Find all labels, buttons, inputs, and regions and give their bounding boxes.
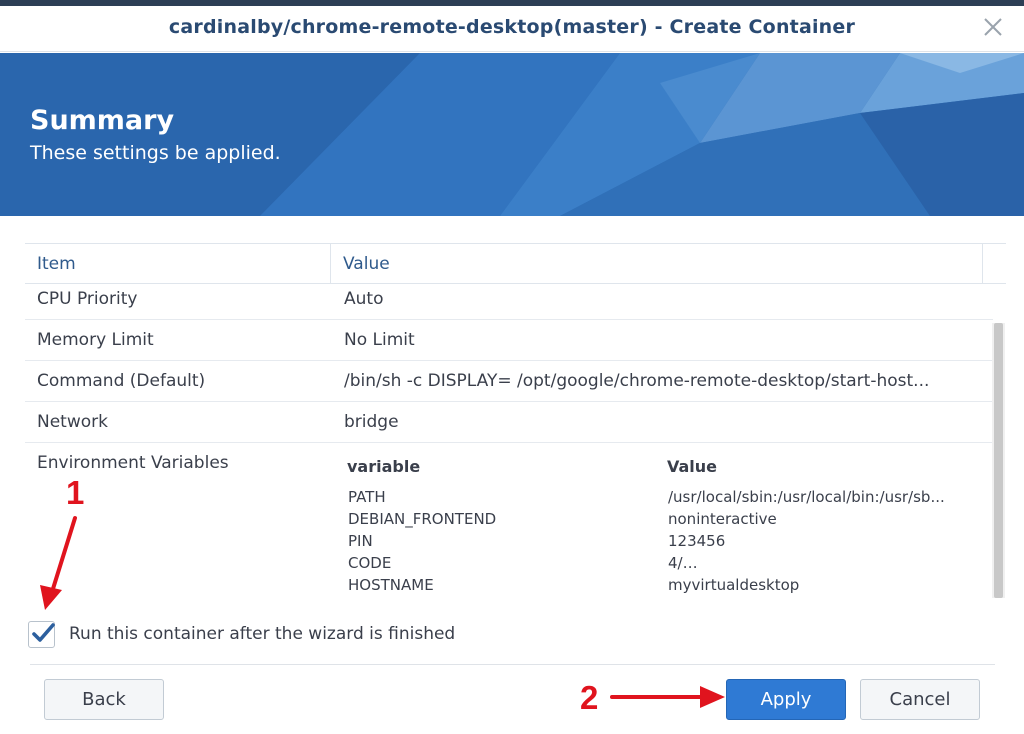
apply-button[interactable]: Apply	[726, 679, 846, 720]
table-row: Network bridge	[25, 402, 993, 443]
row-value: /bin/sh -c DISPLAY= /opt/google/chrome-r…	[344, 371, 930, 391]
env-var-name: HOSTNAME	[348, 576, 434, 594]
row-item: Memory Limit	[37, 330, 154, 350]
window-title: cardinalby/chrome-remote-desktop(master)…	[168, 16, 856, 38]
env-header-variable: variable	[347, 457, 421, 476]
env-var-value: 4/xxxxxxxxxxxxxxxxxxxxxxxxxxxxxxxxxx	[668, 554, 984, 572]
banner-title: Summary	[30, 105, 175, 136]
env-var-name: DEBIAN_FRONTEND	[348, 510, 497, 528]
row-value: No Limit	[344, 330, 415, 350]
table-header: Item Value	[25, 244, 1006, 284]
summary-table: Item Value CPU Priority Auto Memory Limi…	[25, 243, 1006, 598]
column-header-value[interactable]: Value	[343, 244, 390, 284]
env-var-value: myvirtualdesktop	[668, 576, 800, 594]
table-scrollbar[interactable]	[992, 323, 1005, 598]
env-var-value: noninteractive	[668, 510, 777, 528]
env-var-name: PIN	[348, 532, 373, 550]
row-value: bridge	[344, 412, 399, 432]
close-button[interactable]	[980, 14, 1006, 40]
annotation-marker-1: 1	[66, 474, 85, 511]
row-value: Auto	[344, 289, 384, 309]
column-divider	[982, 244, 983, 284]
window-titlebar: cardinalby/chrome-remote-desktop(master)…	[0, 6, 1024, 52]
column-divider	[330, 244, 331, 284]
table-row-environment: Environment Variables variable Value PAT…	[25, 443, 993, 598]
annotation-marker-2: 2	[580, 679, 599, 716]
checkmark-icon	[32, 623, 55, 642]
summary-banner: Summary These settings be applied.	[0, 53, 1024, 216]
env-var-name: CODE	[348, 554, 392, 572]
table-row: Command (Default) /bin/sh -c DISPLAY= /o…	[25, 361, 993, 402]
row-item: Environment Variables	[37, 453, 229, 473]
cancel-button[interactable]: Cancel	[860, 679, 980, 720]
footer-divider	[30, 664, 995, 665]
scrollbar-thumb[interactable]	[994, 323, 1003, 598]
banner-subtitle: These settings be applied.	[30, 142, 281, 164]
row-item: Network	[37, 412, 108, 432]
env-header-value: Value	[667, 457, 718, 476]
run-after-wizard-label[interactable]: Run this container after the wizard is f…	[69, 624, 455, 644]
column-header-item[interactable]: Item	[37, 244, 76, 284]
table-row: Memory Limit No Limit	[25, 320, 993, 361]
row-item: Command (Default)	[37, 371, 206, 391]
env-code-blurred: xxxxxxxxxxxxxxxxxxxxxxxxxxxxxxxxxx	[682, 554, 984, 572]
table-row: CPU Priority Auto	[25, 284, 993, 320]
env-var-value: 123456	[668, 532, 726, 550]
close-icon	[984, 18, 1002, 36]
env-var-name: PATH	[348, 488, 386, 506]
run-after-wizard-checkbox[interactable]	[28, 621, 55, 648]
annotation-arrow-2	[610, 686, 725, 708]
env-var-value: /usr/local/sbin:/usr/local/bin:/usr/sb..…	[668, 488, 945, 506]
back-button[interactable]: Back	[44, 679, 164, 720]
row-item: CPU Priority	[37, 289, 138, 309]
